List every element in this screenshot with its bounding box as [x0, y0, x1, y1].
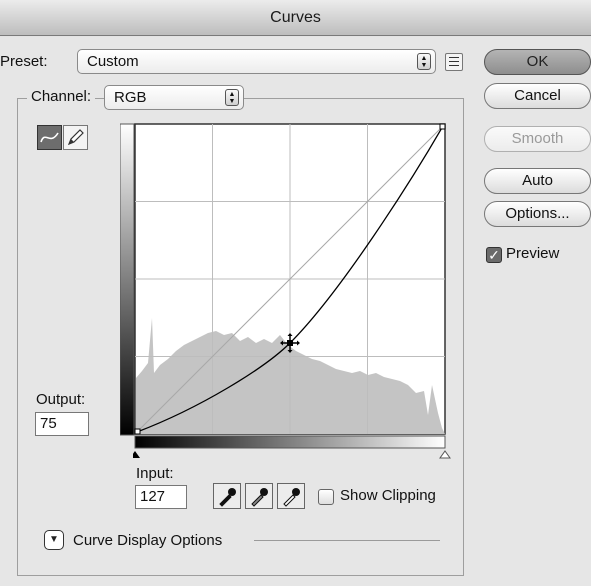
white-point-eyedropper-icon[interactable] — [277, 483, 305, 509]
channel-value: RGB — [114, 89, 147, 106]
output-label: Output: — [36, 391, 86, 408]
curves-dialog: Preset: Custom ▲ ▼ OK Cancel Smooth Auto … — [0, 37, 591, 586]
output-field[interactable]: 75 — [35, 412, 89, 436]
curves-graph[interactable] — [120, 123, 450, 453]
ok-button[interactable]: OK — [484, 49, 591, 75]
input-label: Input: — [136, 465, 174, 482]
curve-point-white[interactable] — [439, 123, 446, 130]
white-point-slider-icon[interactable] — [439, 450, 451, 459]
smooth-button[interactable]: Smooth — [484, 126, 591, 152]
show-clipping-label: Show Clipping — [340, 487, 436, 504]
curve-tool-icon[interactable] — [37, 125, 62, 150]
options-button[interactable]: Options... — [484, 201, 591, 227]
input-field[interactable]: 127 — [135, 485, 187, 509]
show-clipping-checkbox[interactable] — [318, 489, 334, 505]
pencil-tool-icon[interactable] — [63, 125, 88, 150]
preview-checkbox[interactable]: ✓ — [486, 247, 502, 263]
popup-arrows-icon: ▲ ▼ — [417, 53, 431, 70]
preview-label: Preview — [506, 245, 560, 262]
popup-arrows-icon: ▲ ▼ — [225, 89, 239, 106]
auto-button[interactable]: Auto — [484, 168, 591, 194]
gray-point-eyedropper-icon[interactable] — [245, 483, 273, 509]
window-title-bar: Curves — [0, 0, 591, 36]
channel-select[interactable]: RGB ▲ ▼ — [104, 85, 244, 110]
window-title: Curves — [270, 9, 321, 26]
input-gradient-bar — [133, 435, 451, 459]
curve-display-options-label[interactable]: Curve Display Options — [73, 532, 222, 549]
preset-value: Custom — [87, 53, 139, 70]
curve-point-black[interactable] — [134, 428, 141, 435]
preset-select[interactable]: Custom ▲ ▼ — [77, 49, 436, 74]
preset-options-menu-icon[interactable] — [445, 53, 463, 71]
cancel-button[interactable]: Cancel — [484, 83, 591, 109]
divider-line — [254, 540, 440, 541]
black-point-eyedropper-icon[interactable] — [213, 483, 241, 509]
preset-label: Preset: — [0, 53, 48, 70]
channel-label: Channel: — [27, 88, 96, 105]
black-point-slider-icon[interactable] — [133, 451, 140, 458]
output-gradient-bar — [120, 123, 135, 436]
disclosure-triangle-icon[interactable]: ▼ — [44, 530, 64, 550]
